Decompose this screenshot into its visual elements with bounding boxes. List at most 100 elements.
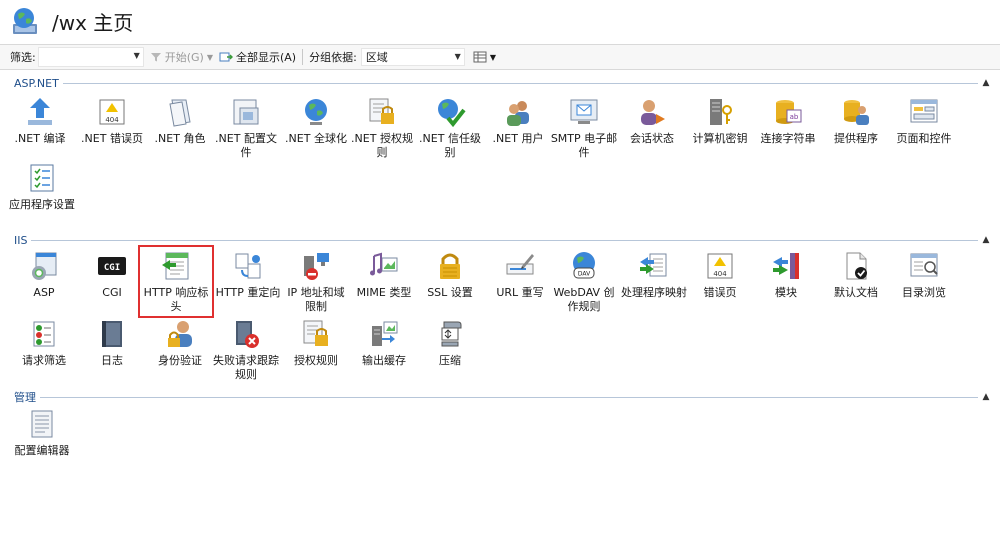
feature-smtp-email[interactable]: SMTP 电子邮件 (550, 96, 618, 160)
config-editor-icon (31, 410, 53, 438)
feature-url-rewrite[interactable]: URL 重写 (486, 250, 554, 300)
feature-pages-controls[interactable]: 页面和控件 (890, 96, 958, 146)
feature-machine-key[interactable]: 计算机密钥 (686, 96, 754, 146)
feature-http-redirect[interactable]: HTTP 重定向 (214, 250, 282, 300)
feature-output-caching[interactable]: 输出缓存 (350, 318, 418, 368)
feature-request-filtering[interactable]: 请求筛选 (10, 318, 78, 368)
show-all-icon (219, 52, 233, 62)
feature-label: 压缩 (439, 354, 461, 367)
chevron-down-icon: ▼ (206, 52, 213, 62)
feature-logging[interactable]: 日志 (78, 318, 146, 368)
feature-configuration-editor[interactable]: 配置编辑器 (8, 408, 76, 458)
start-filter-button[interactable]: 开始(G) ▼ (150, 49, 213, 65)
section-title: 管理 (14, 389, 40, 405)
url-rewrite-icon (506, 254, 534, 275)
feature-label: 配置编辑器 (14, 444, 70, 457)
lock-document-icon (369, 98, 394, 124)
roles-icon (169, 99, 191, 127)
icon-text: 404 (713, 270, 727, 278)
feature-label: 会话状态 (630, 132, 674, 145)
chevron-up-icon[interactable]: ▲ (980, 235, 992, 245)
feature-label: MIME 类型 (356, 286, 412, 299)
group-by-value: 区域 (365, 51, 388, 64)
feature-label: HTTP 重定向 (215, 286, 281, 299)
chevron-down-icon: ▼ (454, 52, 461, 61)
feature-error-pages[interactable]: 404 错误页 (686, 250, 754, 300)
error-404-icon: 404 (99, 99, 125, 125)
default-document-icon (846, 252, 867, 280)
response-headers-icon (162, 252, 189, 280)
feature-net-compilation[interactable]: .NET 编译 (6, 96, 74, 146)
feature-label: 失败请求跟踪规则 (213, 354, 279, 381)
show-all-label: 全部显示(A) (235, 51, 297, 64)
feature-label: .NET 角色 (154, 132, 206, 145)
feature-providers[interactable]: 提供程序 (822, 96, 890, 146)
feature-compression[interactable]: 压缩 (416, 318, 484, 368)
chevron-up-icon[interactable]: ▲ (980, 392, 992, 402)
feature-http-response-headers[interactable]: HTTP 响应标头 (138, 245, 214, 318)
email-screen-icon (570, 99, 598, 124)
section-iis: IIS ▲ (14, 233, 992, 247)
feature-webdav-authoring[interactable]: DAV WebDAV 创作规则 (550, 250, 618, 314)
feature-session-state[interactable]: 会话状态 (618, 96, 686, 146)
feature-label: 错误页 (703, 286, 737, 299)
feature-authorization-rules[interactable]: 授权规则 (282, 318, 350, 368)
feature-net-users[interactable]: .NET 用户 (484, 96, 552, 146)
directory-browse-icon (910, 253, 938, 277)
feature-net-profile[interactable]: .NET 配置文件 (212, 96, 280, 160)
feature-label: 计算机密钥 (692, 132, 748, 145)
start-filter-label: 开始(G) (164, 51, 204, 64)
feature-default-document[interactable]: 默认文档 (822, 250, 890, 300)
feature-label: .NET 授权规则 (351, 132, 413, 159)
feature-directory-browsing[interactable]: 目录浏览 (890, 250, 958, 300)
feature-net-globalization[interactable]: .NET 全球化 (282, 96, 350, 146)
request-filter-icon (33, 321, 55, 347)
feature-label: .NET 用户 (492, 132, 544, 145)
show-all-button[interactable]: 全部显示(A) (219, 49, 296, 65)
server-key-icon (710, 99, 732, 125)
feature-authentication[interactable]: 身份验证 (146, 318, 214, 368)
feature-modules[interactable]: 模块 (752, 250, 820, 300)
feature-label: .NET 错误页 (81, 132, 143, 145)
globe-icon (305, 99, 327, 125)
feature-label: 默认文档 (834, 286, 878, 299)
feature-ip-domain-restrictions[interactable]: IP 地址和域限制 (282, 250, 350, 314)
padlock-icon (440, 253, 460, 279)
failed-request-icon (236, 321, 259, 348)
feature-label: 连接字符串 (760, 132, 816, 145)
toolbar-divider (302, 49, 304, 65)
feature-mime-types[interactable]: MIME 类型 (350, 250, 418, 300)
view-mode-button[interactable]: ▼ (473, 51, 496, 63)
feature-connection-strings[interactable]: ab 连接字符串 (754, 96, 822, 146)
globe-page-icon (13, 8, 37, 34)
error-404-icon: 404 (707, 253, 733, 279)
feature-failed-request-tracing[interactable]: 失败请求跟踪规则 (212, 318, 280, 382)
page-controls-icon (910, 99, 938, 123)
section-aspnet: ASP.NET ▲ (14, 76, 992, 90)
feature-label: 输出缓存 (362, 354, 406, 367)
feature-net-authorization[interactable]: .NET 授权规则 (348, 96, 416, 160)
feature-label: .NET 编译 (14, 132, 66, 145)
webdav-globe-icon: DAV (573, 252, 595, 279)
feature-label: IP 地址和域限制 (287, 286, 345, 313)
group-by-label: 分组依据: (309, 51, 357, 64)
feature-cgi[interactable]: CGI CGI (78, 250, 146, 300)
feature-label: 授权规则 (294, 354, 338, 367)
chevron-up-icon[interactable]: ▲ (980, 78, 992, 88)
feature-asp[interactable]: ASP (10, 250, 78, 300)
feature-label: URL 重写 (496, 286, 544, 299)
feature-handler-mappings[interactable]: 处理程序映射 (620, 250, 688, 300)
section-divider (40, 396, 978, 398)
icon-text: DAV (578, 271, 591, 278)
feature-net-trust-levels[interactable]: .NET 信任级别 (416, 96, 484, 160)
feature-net-error-pages[interactable]: 404 .NET 错误页 (78, 96, 146, 146)
feature-net-roles[interactable]: .NET 角色 (146, 96, 214, 146)
group-by-select[interactable]: 区域 ▼ (360, 48, 465, 66)
feature-app-settings[interactable]: 应用程序设置 (8, 162, 76, 212)
feature-ssl-settings[interactable]: SSL 设置 (416, 250, 484, 300)
feature-label: .NET 配置文件 (215, 132, 277, 159)
feature-label: ASP (33, 286, 55, 299)
filter-input[interactable]: ▼ (37, 47, 144, 67)
section-management: 管理 ▲ (14, 389, 992, 405)
feature-label: 页面和控件 (896, 132, 952, 145)
